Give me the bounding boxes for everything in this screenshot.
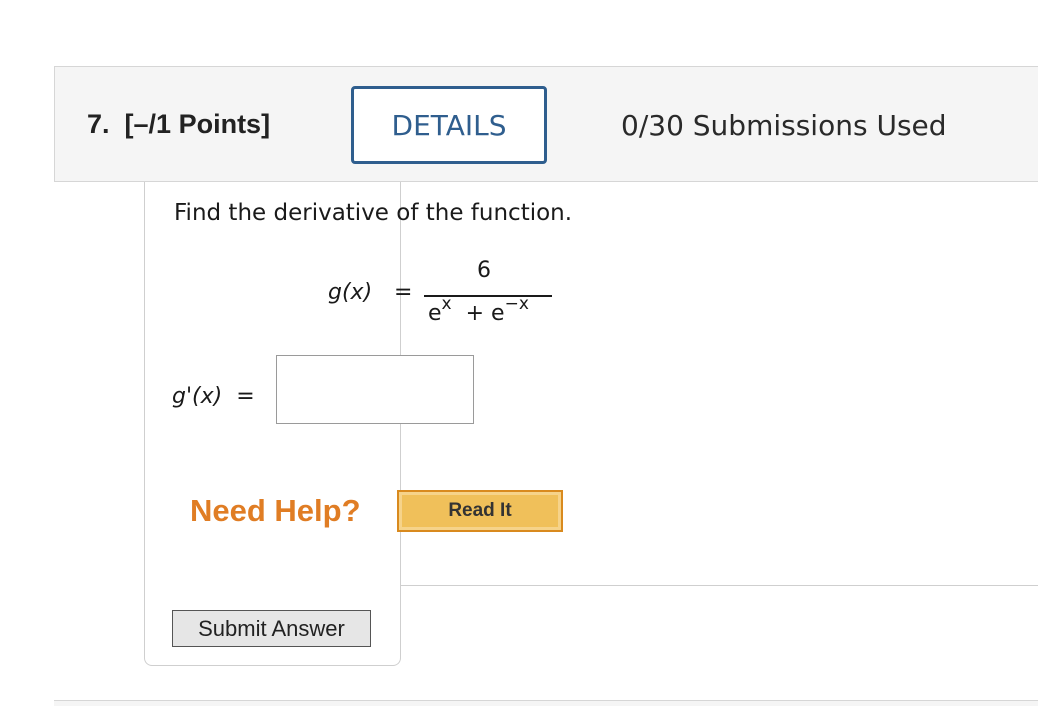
fraction-denominator: ex + e−x xyxy=(428,295,529,326)
details-button[interactable]: DETAILS xyxy=(351,86,547,164)
question-header: 7. [–/1 Points] DETAILS 0/30 Submissions… xyxy=(54,66,1038,182)
question-page: 7. [–/1 Points] DETAILS 0/30 Submissions… xyxy=(0,0,1038,706)
problem-prompt: Find the derivative of the function. xyxy=(174,200,573,226)
denominator-exponent-1: x xyxy=(441,293,452,314)
equals-sign: = xyxy=(394,280,413,305)
points-label: [–/1 Points] xyxy=(124,109,271,139)
submissions-used: 0/30 Submissions Used xyxy=(621,109,947,142)
submit-answer-button[interactable]: Submit Answer xyxy=(172,610,371,647)
question-number: 7. xyxy=(87,109,110,139)
next-question-header-edge xyxy=(54,700,1038,706)
denominator-base-1: e xyxy=(428,301,442,326)
need-help-label: Need Help? xyxy=(190,493,361,528)
denominator-exponent-2: −x xyxy=(504,293,529,314)
function-lhs: g(x) xyxy=(328,280,372,305)
denominator-base-2: e xyxy=(491,301,505,326)
answer-equals: = xyxy=(236,384,255,409)
divider xyxy=(400,585,1038,586)
question-body-panel xyxy=(144,182,401,666)
answer-label: g'(x) = xyxy=(172,384,255,409)
question-number-and-points: 7. [–/1 Points] xyxy=(87,109,270,140)
read-it-button[interactable]: Read It xyxy=(397,490,563,532)
denominator-plus: + xyxy=(465,301,485,326)
answer-input[interactable] xyxy=(276,355,474,424)
fraction-numerator: 6 xyxy=(477,258,491,283)
answer-label-text: g'(x) xyxy=(172,384,223,409)
function-lhs-text: g(x) xyxy=(328,280,373,305)
